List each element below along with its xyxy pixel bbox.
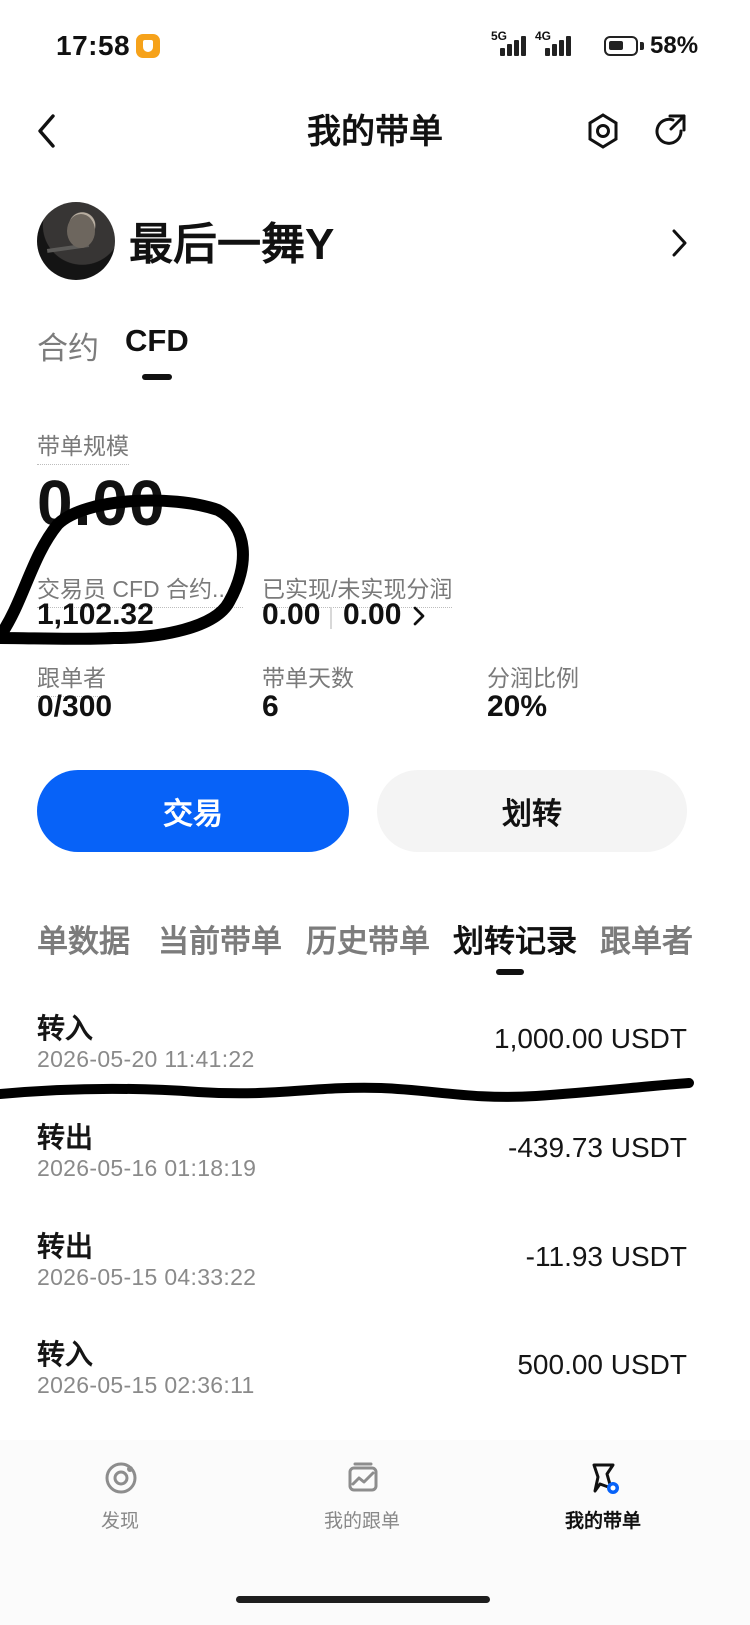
- status-bar: 17:58 5G 4G 58%: [0, 0, 750, 90]
- battery-percent: 58%: [650, 32, 699, 59]
- realized-profit-value: 0.00: [262, 598, 321, 631]
- nav-discover-label: 发现: [100, 1511, 139, 1532]
- tab-current-orders[interactable]: 当前带单: [158, 916, 282, 961]
- chevron-right-icon: [672, 229, 687, 257]
- discover-icon: [105, 1462, 137, 1494]
- scale-label: 带单规模: [37, 427, 129, 465]
- record-date: 2026-05-15 04:33:22: [37, 1264, 257, 1290]
- record-date: 2026-05-20 11:41:22: [37, 1046, 255, 1072]
- profit-divider: [330, 607, 332, 629]
- tab-contract[interactable]: 合约: [37, 323, 99, 368]
- nav-copy-orders[interactable]: 我的跟单: [302, 1460, 422, 1540]
- days-value: 6: [262, 690, 279, 723]
- transfer-record-row[interactable]: 转入 2026-05-15 02:36:11 500.00 USDT: [37, 1333, 687, 1423]
- trade-button[interactable]: 交易: [37, 770, 349, 852]
- profile-row[interactable]: 最后一舞Y: [37, 202, 713, 282]
- tab-order-data[interactable]: 单数据: [37, 916, 130, 961]
- lead-orders-icon: [592, 1463, 619, 1494]
- record-amount: -11.93 USDT: [525, 1241, 687, 1272]
- tab-cfd-indicator: [142, 374, 172, 380]
- avatar: [37, 202, 115, 280]
- home-indicator[interactable]: [236, 1596, 490, 1603]
- nav-discover[interactable]: 发现: [60, 1460, 180, 1540]
- record-amount: -439.73 USDT: [508, 1132, 687, 1163]
- record-type: 转入: [37, 1013, 94, 1044]
- profile-name: 最后一舞Y: [129, 220, 335, 269]
- record-amount: 500.00 USDT: [517, 1349, 687, 1380]
- record-type: 转出: [37, 1122, 94, 1153]
- transfer-button[interactable]: 划转: [377, 770, 687, 852]
- record-date: 2026-05-15 02:36:11: [37, 1372, 255, 1398]
- record-type: 转出: [37, 1231, 94, 1262]
- record-amount: 1,000.00 USDT: [494, 1023, 687, 1054]
- share-svg: [655, 114, 686, 145]
- transfer-record-row[interactable]: 转出 2026-05-16 01:18:19 -439.73 USDT: [37, 1116, 687, 1206]
- transfer-record-row[interactable]: 转出 2026-05-15 04:33:22 -11.93 USDT: [37, 1225, 687, 1315]
- settings-svg: [588, 113, 618, 149]
- tab-history-orders[interactable]: 历史带单: [306, 916, 430, 961]
- page-title: 我的带单: [307, 113, 443, 151]
- scale-value: 0.00: [37, 467, 166, 539]
- unrealized-profit-value: 0.00: [343, 598, 402, 631]
- profit-chevron-icon[interactable]: [410, 603, 428, 629]
- followers-value: 0/300: [37, 690, 113, 723]
- record-date: 2026-05-16 01:18:19: [37, 1155, 257, 1181]
- record-type: 转入: [37, 1339, 94, 1370]
- tab-cfd[interactable]: CFD: [125, 323, 189, 359]
- trader-contract-value: 1,102.32: [37, 598, 154, 631]
- signal-4g-icon: [545, 34, 575, 56]
- settings-icon[interactable]: [580, 108, 626, 154]
- app-shield-icon: [136, 34, 160, 58]
- status-time: 17:58: [56, 30, 131, 61]
- nav-lead-orders[interactable]: 我的带单: [543, 1460, 663, 1540]
- ratio-value: 20%: [487, 690, 548, 723]
- transfer-records-indicator: [496, 969, 524, 975]
- nav-copy-orders-label: 我的跟单: [323, 1511, 400, 1532]
- share-icon[interactable]: [646, 108, 692, 154]
- battery-tip-icon: [640, 42, 644, 50]
- transfer-record-row[interactable]: 转入 2026-05-20 11:41:22 1,000.00 USDT: [37, 1007, 687, 1097]
- record-tabs: 单数据 当前带单 历史带单 划转记录 跟单者: [0, 910, 750, 966]
- tab-transfer-records[interactable]: 划转记录: [453, 916, 577, 961]
- signal-5g-icon: [500, 34, 530, 56]
- nav-lead-orders-label: 我的带单: [564, 1511, 641, 1532]
- tab-followers[interactable]: 跟单者: [600, 916, 693, 961]
- battery-icon: [604, 36, 638, 56]
- copy-orders-icon: [348, 1462, 378, 1492]
